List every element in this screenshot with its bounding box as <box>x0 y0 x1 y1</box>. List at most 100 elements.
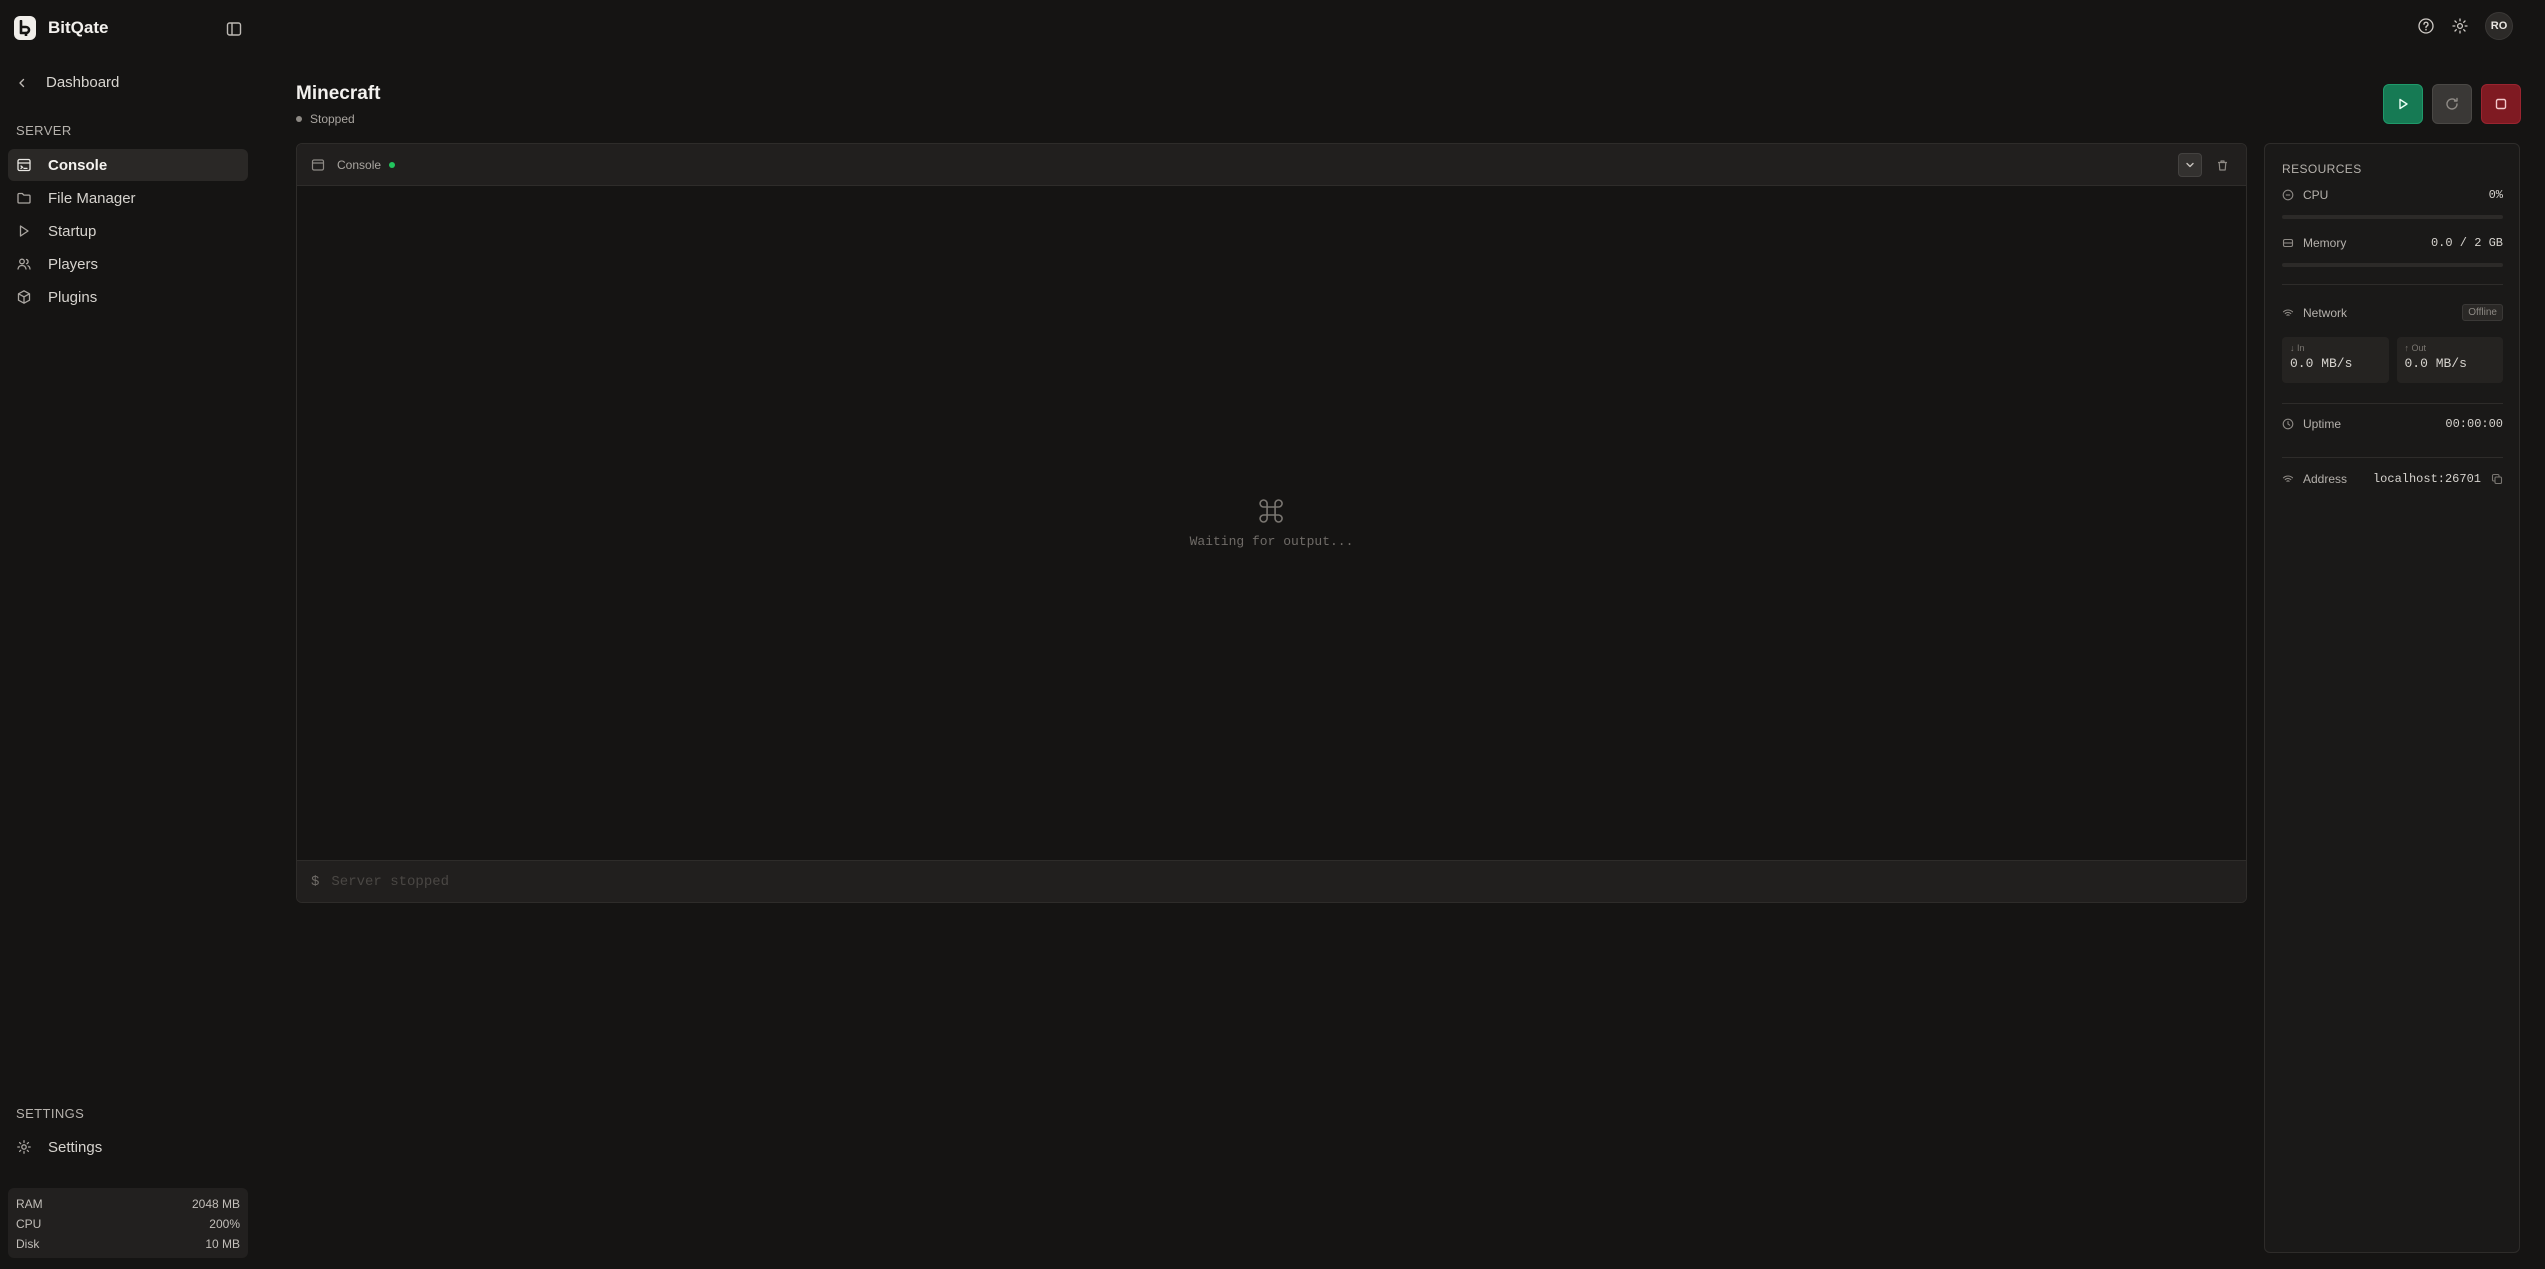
server-section-label: SERVER <box>16 123 72 138</box>
memory-icon <box>2282 237 2294 249</box>
sidebar-item-label: Players <box>48 255 99 273</box>
page-title: Minecraft <box>296 83 381 104</box>
sidebar-item-label: Startup <box>48 222 97 240</box>
back-to-dashboard-link[interactable]: Dashboard <box>16 74 119 91</box>
network-in-label: ↓ In <box>2290 343 2305 353</box>
gear-icon <box>16 1139 32 1155</box>
cpu-usage-bar <box>2282 215 2503 219</box>
status-dot-icon <box>296 116 302 122</box>
network-resource: Network Offline <box>2282 304 2503 321</box>
prompt-symbol: $ <box>311 873 320 890</box>
memory-label: Memory <box>2303 236 2347 250</box>
wifi-icon <box>2282 473 2294 485</box>
cpu-icon <box>2282 189 2294 201</box>
resources-panel: RESOURCES CPU 0% Memory 0.0 / 2 GB Netwo… <box>2264 143 2520 1253</box>
cpu-stat: CPU 200% <box>16 1214 240 1234</box>
settings-section-label: SETTINGS <box>16 1106 85 1121</box>
console-tools <box>2178 153 2234 177</box>
cpu-resource: CPU 0% <box>2282 188 2503 202</box>
settings-gear-icon[interactable] <box>2451 17 2469 35</box>
uptime-label: Uptime <box>2303 417 2342 431</box>
disk-value: 10 MB <box>205 1237 240 1251</box>
uptime-resource: Uptime 00:00:00 <box>2282 417 2503 431</box>
uptime-value: 00:00:00 <box>2445 417 2503 431</box>
ram-label: RAM <box>16 1197 43 1211</box>
disk-label: Disk <box>16 1237 40 1251</box>
play-icon <box>2399 98 2408 110</box>
sidebar-item-startup[interactable]: Startup <box>8 215 248 247</box>
chevron-left-icon <box>19 78 25 87</box>
divider <box>2282 403 2503 404</box>
sidebar-item-settings[interactable]: Settings <box>8 1131 248 1163</box>
cpu-label: CPU <box>2303 188 2329 202</box>
divider <box>2282 284 2503 285</box>
network-in-box: ↓ In 0.0 MB/s <box>2282 337 2389 383</box>
command-input[interactable] <box>331 873 2032 890</box>
network-in-value: 0.0 MB/s <box>2290 356 2353 371</box>
brand[interactable]: BitQate <box>14 16 108 40</box>
network-status-badge: Offline <box>2462 304 2503 321</box>
console-title: Console <box>337 157 382 172</box>
help-icon[interactable] <box>2417 17 2435 35</box>
sidebar-item-label: Settings <box>48 1138 103 1156</box>
user-avatar[interactable]: RO <box>2485 12 2513 40</box>
wifi-icon <box>2282 307 2294 319</box>
sidebar: BitQate Dashboard SERVER Console File Ma… <box>0 0 256 1269</box>
folder-icon <box>16 190 32 206</box>
console-icon <box>16 157 32 173</box>
sidebar-item-label: File Manager <box>48 189 136 207</box>
divider <box>2282 457 2503 458</box>
status-label: Stopped <box>310 112 355 126</box>
sidebar-item-file-manager[interactable]: File Manager <box>8 182 248 214</box>
start-button[interactable] <box>2383 84 2423 124</box>
address-label: Address <box>2303 472 2348 486</box>
resources-title: RESOURCES <box>2282 162 2362 176</box>
console-header: Console <box>297 144 2246 186</box>
sidebar-item-players[interactable]: Players <box>8 248 248 280</box>
sidebar-item-label: Console <box>48 156 108 174</box>
server-nav: Console File Manager Startup Players Plu… <box>8 149 248 314</box>
stop-button[interactable] <box>2481 84 2521 124</box>
top-bar-actions: RO <box>2417 12 2513 40</box>
stop-icon <box>2495 98 2507 110</box>
sidebar-item-plugins[interactable]: Plugins <box>8 281 248 313</box>
console-output: Waiting for output... <box>297 186 2246 860</box>
cpu-value: 0% <box>2488 188 2503 202</box>
live-indicator <box>389 161 396 168</box>
cpu-value: 200% <box>209 1217 240 1231</box>
ram-value: 2048 MB <box>191 1197 240 1211</box>
sidebar-toggle-icon[interactable] <box>225 20 243 38</box>
scroll-to-bottom-button[interactable] <box>2178 153 2202 177</box>
sidebar-item-label: Plugins <box>48 288 98 306</box>
memory-value: 0.0 / 2 GB <box>2430 236 2503 250</box>
command-key-icon <box>1256 496 1286 526</box>
power-controls <box>2383 84 2521 124</box>
network-out-box: ↑ Out 0.0 MB/s <box>2396 337 2503 383</box>
copy-icon[interactable] <box>2491 473 2503 485</box>
network-out-label: ↑ Out <box>2404 343 2427 353</box>
refresh-icon <box>2446 97 2458 110</box>
clock-icon <box>2282 418 2294 430</box>
brand-name: BitQate <box>48 18 109 37</box>
network-out-value: 0.0 MB/s <box>2404 356 2467 371</box>
console-input-bar: $ <box>297 860 2246 902</box>
waiting-state: Waiting for output... <box>1189 496 1354 549</box>
system-stats: RAM 2048 MB CPU 200% Disk 10 MB <box>8 1188 248 1258</box>
disk-stat: Disk 10 MB <box>16 1234 240 1254</box>
address-resource: Address localhost:26701 <box>2282 472 2503 486</box>
memory-resource: Memory 0.0 / 2 GB <box>2282 236 2503 250</box>
console-panel: Console Waiting for output... $ <box>296 143 2247 903</box>
ram-stat: RAM 2048 MB <box>16 1194 240 1214</box>
memory-usage-bar <box>2282 263 2503 267</box>
restart-button[interactable] <box>2432 84 2472 124</box>
play-icon <box>16 223 32 239</box>
chevron-down-icon <box>2186 162 2194 168</box>
sidebar-item-console[interactable]: Console <box>8 149 248 181</box>
waiting-text: Waiting for output... <box>1189 534 1354 549</box>
address-value: localhost:26701 <box>2372 472 2481 486</box>
terminal-icon <box>311 158 325 172</box>
back-link-label: Dashboard <box>46 74 120 91</box>
clear-console-button[interactable] <box>2210 153 2234 177</box>
brand-logo-icon <box>14 16 36 40</box>
users-icon <box>16 256 32 272</box>
